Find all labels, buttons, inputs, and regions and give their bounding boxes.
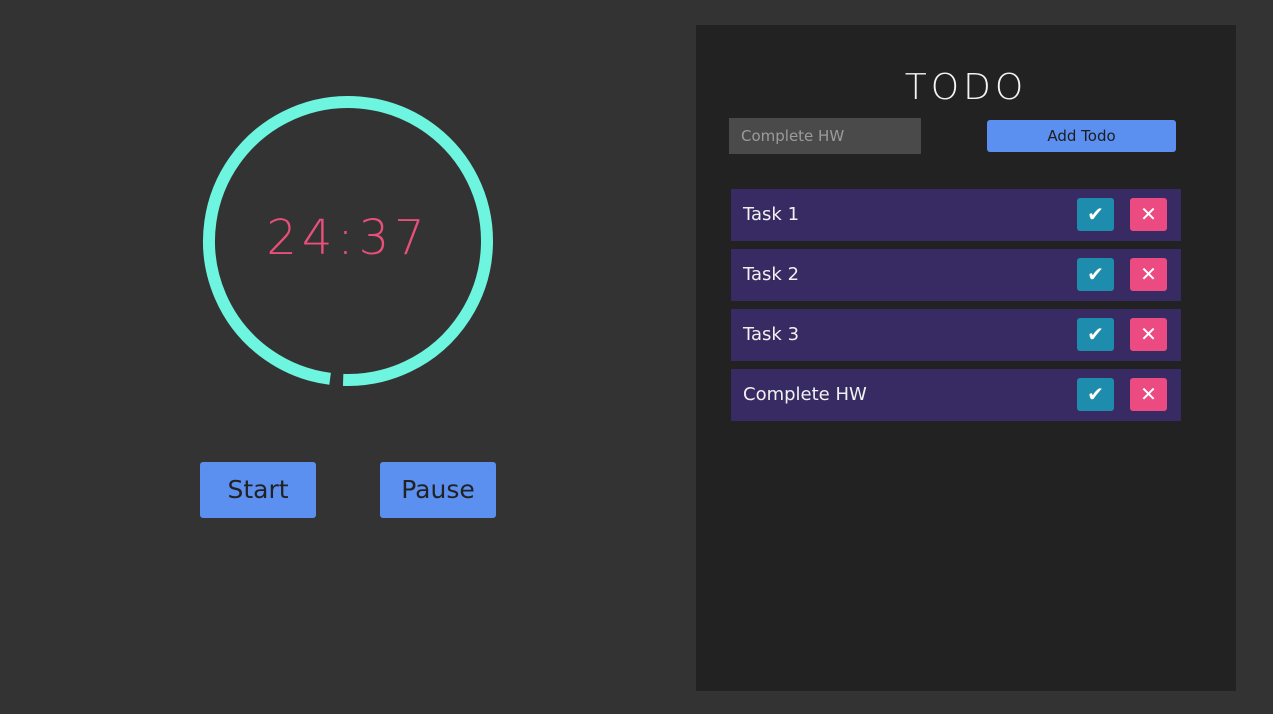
todo-input[interactable] [729, 118, 921, 154]
start-button[interactable]: Start [200, 462, 316, 518]
delete-todo-button[interactable]: ✕ [1130, 198, 1167, 231]
add-todo-button[interactable]: Add Todo [987, 120, 1176, 152]
delete-todo-button[interactable]: ✕ [1130, 378, 1167, 411]
todo-item: Task 3 ✔ ✕ [731, 309, 1181, 361]
delete-todo-button[interactable]: ✕ [1130, 318, 1167, 351]
todo-item-text: Task 2 [743, 264, 800, 285]
check-icon: ✔ [1087, 322, 1104, 346]
close-icon: ✕ [1140, 382, 1157, 406]
check-icon: ✔ [1087, 262, 1104, 286]
close-icon: ✕ [1140, 202, 1157, 226]
todo-title: TODO [904, 67, 1028, 108]
complete-todo-button[interactable]: ✔ [1077, 258, 1114, 291]
complete-todo-button[interactable]: ✔ [1077, 318, 1114, 351]
todo-item: Task 2 ✔ ✕ [731, 249, 1181, 301]
pomodoro-todo-app: 24:37 Start Pause TODO Add Todo Task 1 ✔… [0, 0, 1273, 714]
complete-todo-button[interactable]: ✔ [1077, 198, 1114, 231]
delete-todo-button[interactable]: ✕ [1130, 258, 1167, 291]
check-icon: ✔ [1087, 382, 1104, 406]
todo-item: Task 1 ✔ ✕ [731, 189, 1181, 241]
check-icon: ✔ [1087, 202, 1104, 226]
todo-item-text: Complete HW [743, 384, 867, 405]
complete-todo-button[interactable]: ✔ [1077, 378, 1114, 411]
todo-item-text: Task 3 [743, 324, 800, 345]
todo-panel: TODO Add Todo Task 1 ✔ ✕ Task 2 ✔ ✕ [696, 25, 1236, 691]
todo-item-text: Task 1 [743, 204, 800, 225]
close-icon: ✕ [1140, 322, 1157, 346]
close-icon: ✕ [1140, 262, 1157, 286]
pause-button[interactable]: Pause [380, 462, 496, 518]
todo-list: Task 1 ✔ ✕ Task 2 ✔ ✕ Task 3 ✔ ✕ Complet… [731, 189, 1181, 429]
timer-display: 24:37 [266, 210, 430, 266]
todo-item: Complete HW ✔ ✕ [731, 369, 1181, 421]
